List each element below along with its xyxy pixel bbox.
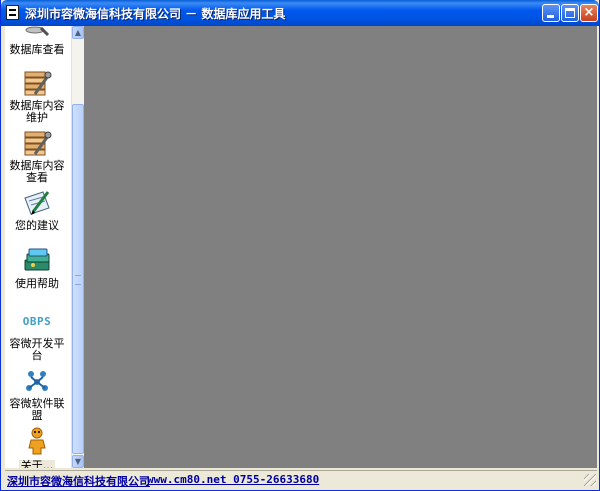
sidebar-item-suggestions[interactable]: 您的建议 [5, 188, 69, 232]
sidebar-scrollbar[interactable]: ▲ ▼ [71, 26, 84, 468]
scroll-down-button[interactable]: ▼ [72, 455, 84, 468]
sidebar-item-dev-platform[interactable]: OBPS 容微开发平 台 [5, 306, 69, 362]
minimize-button[interactable] [542, 4, 560, 22]
grip-icon [75, 275, 81, 285]
main-workspace [85, 26, 597, 468]
status-bar: 深圳市容微海信科技有限公司 www.cm80.net 0755-26633680 [5, 470, 597, 489]
window-title: 深圳市容微海信科技有限公司 － 数据库应用工具 [25, 7, 286, 21]
contact-link[interactable]: www.cm80.net 0755-26633680 [147, 473, 319, 486]
maximize-button[interactable] [561, 4, 579, 22]
database-wrench-icon [21, 68, 53, 98]
sidebar-item-label: 容微软件联 盟 [9, 397, 65, 422]
title-bar[interactable]: 深圳市容微海信科技有限公司 － 数据库应用工具 × [1, 0, 599, 26]
sidebar-item-db-content-view[interactable]: 数据库内容 查看 [5, 128, 69, 184]
maximize-icon [565, 8, 575, 18]
sidebar-item-db-maintain[interactable]: 数据库内容 维护 [5, 68, 69, 124]
obps-text: OBPS [22, 314, 52, 328]
sidebar-item-db-view[interactable]: 数据库查看 [5, 26, 69, 56]
company-link[interactable]: 深圳市容微海信科技有限公司 [7, 473, 150, 489]
scroll-up-icon: ▲ [74, 28, 82, 37]
scroll-up-button[interactable]: ▲ [72, 26, 84, 39]
database-wrench-view-icon [21, 128, 53, 158]
sidebar-item-label: 您的建议 [15, 219, 59, 232]
sidebar-item-label: 数据库查看 [9, 43, 65, 56]
sidebar-item-about[interactable]: 关于... [5, 426, 69, 468]
sidebar-item-label: 使用帮助 [15, 277, 59, 290]
about-person-icon [21, 426, 53, 456]
sidebar: 数据库查看 数据库内容 维护 数据库内容 查看 您的建议 使用帮助 OBPS 容… [5, 26, 85, 468]
scroll-down-icon: ▼ [74, 457, 82, 466]
app-window: 深圳市容微海信科技有限公司 － 数据库应用工具 × 数据库查看 数据库内容 维护… [0, 0, 600, 491]
sidebar-item-label: 数据库内容 查看 [9, 159, 65, 184]
resize-grip-icon[interactable] [584, 474, 596, 486]
minimize-icon [547, 15, 554, 18]
sidebar-item-alliance[interactable]: 容微软件联 盟 [5, 366, 69, 422]
close-button[interactable]: × [580, 4, 598, 22]
obps-icon: OBPS [21, 306, 53, 336]
sidebar-item-label: 数据库内容 维护 [9, 99, 65, 124]
sidebar-item-label: 关于... [18, 460, 56, 468]
app-icon[interactable] [6, 5, 19, 20]
scroll-thumb[interactable] [72, 104, 84, 454]
help-book-icon [21, 246, 53, 276]
close-icon: × [583, 5, 595, 20]
pen-paper-icon [21, 188, 53, 218]
sidebar-item-help[interactable]: 使用帮助 [5, 246, 69, 290]
database-magnifier-icon [21, 26, 53, 42]
people-network-icon [21, 366, 53, 396]
sidebar-item-label: 容微开发平 台 [9, 337, 65, 362]
